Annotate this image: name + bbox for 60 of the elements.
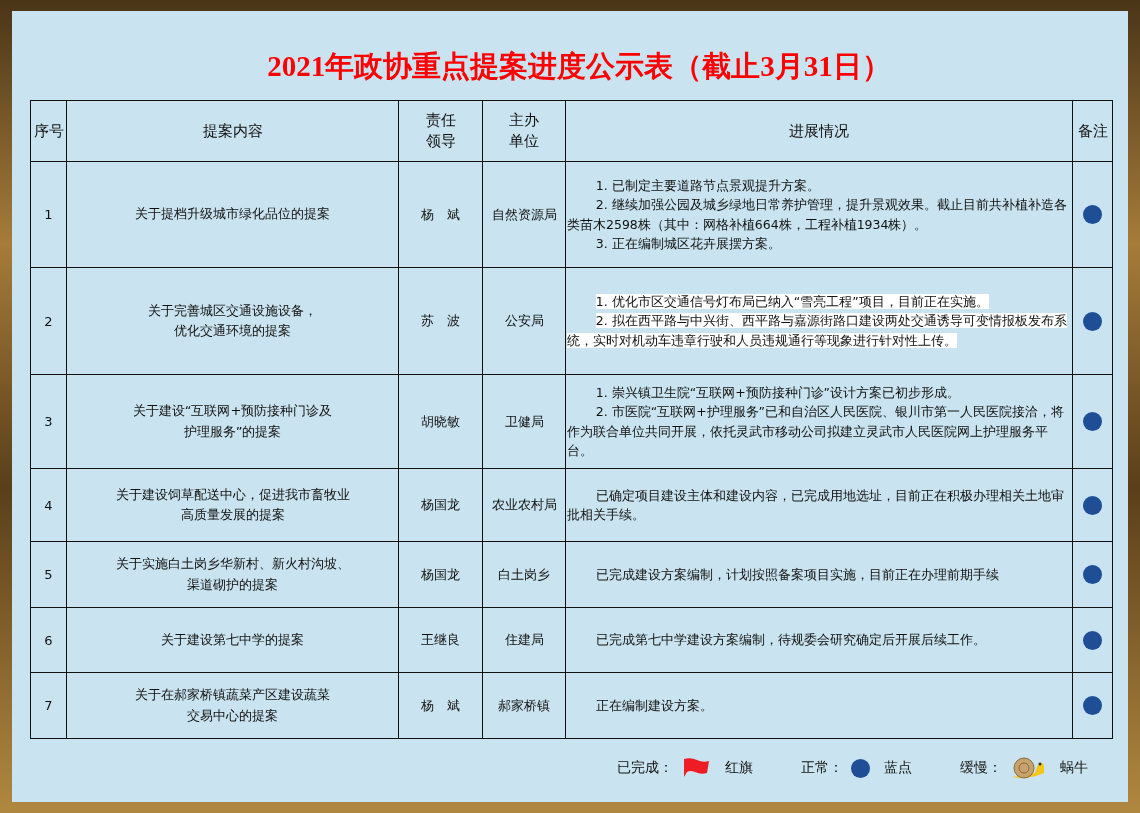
progress-text: 1. 已制定主要道路节点景观提升方案。 <box>594 176 821 195</box>
leader-cell: 苏 波 <box>398 267 483 375</box>
flag-icon <box>681 757 711 779</box>
row-number-cell: 5 <box>30 541 67 608</box>
board-title: 2021年政协重点提案进度公示表（截止3月31日） <box>266 49 892 84</box>
unit-cell: 郝家桥镇 <box>482 672 566 739</box>
proposal-text: 优化交通环境的提案 <box>173 322 292 340</box>
proposal-text: 交易中心的提案 <box>186 706 279 725</box>
progress-text: 2. 拟在西平路与中兴街、西平路与嘉源街路口建设两处交通诱导可变情报板发布系统，实时对机动车违章行驶和人员违规通行等现象进行针对性上传。 <box>567 312 1068 350</box>
legend-name: 蓝点 <box>884 759 912 777</box>
row-number-cell: 2 <box>30 267 67 375</box>
row-number-cell: 7 <box>30 672 67 739</box>
progress-text: 已完成建设方案编制，计划按照备案项目实施，目前正在办理前期手续 <box>594 565 1000 584</box>
row-number-cell: 6 <box>30 607 67 673</box>
progress-text: 3. 正在编制城区花卉展摆方案。 <box>594 234 782 253</box>
snail-icon <box>1010 755 1046 781</box>
legend-name: 红旗 <box>725 759 753 777</box>
column-header: 主办单位 <box>508 110 540 152</box>
leader-cell: 杨国龙 <box>398 468 483 542</box>
unit-cell: 农业农村局 <box>482 468 566 542</box>
leader-cell: 王继良 <box>398 607 483 673</box>
column-header: 备注 <box>1077 120 1108 142</box>
column-header: 进展情况 <box>789 120 849 142</box>
progress-text: 2. 市医院“互联网+护理服务”已和自治区人民医院、银川市第一人民医院接洽，将作为联合单位共同开展，依托灵武市移动公司拟建立灵武市人民医院网上护理服务平台。 <box>567 403 1066 460</box>
proposal-text: 关于在郝家桥镇蔬菜产区建设蔬菜 <box>134 686 331 705</box>
proposal-text: 关于建设饲草配送中心，促进我市畜牧业 <box>114 485 351 504</box>
proposal-text: 高质量发展的提案 <box>179 506 286 524</box>
progress-text: 已完成第七中学建设方案编制，待规委会研究确定后开展后续工作。 <box>594 631 987 650</box>
leader-cell: 杨 斌 <box>398 161 483 268</box>
column-header: 序号 <box>33 120 64 142</box>
unit-cell: 住建局 <box>482 607 566 673</box>
progress-text: 1. 优化市区交通信号灯布局已纳入“雪亮工程”项目，目前正在实施。 <box>594 292 990 311</box>
unit-cell: 自然资源局 <box>482 161 566 268</box>
proposal-text: 关于提档升级城市绿化品位的提案 <box>134 205 331 224</box>
leader-cell: 杨 斌 <box>398 672 483 739</box>
unit-cell: 卫健局 <box>482 374 566 469</box>
legend-label: 缓慢： <box>960 759 1002 777</box>
proposal-text: 关于实施白土岗乡华新村、新火村沟坡、 <box>114 555 351 574</box>
proposal-text: 渠道砌护的提案 <box>186 575 279 594</box>
proposal-text: 关于完善城区交通设施设备， <box>147 301 318 320</box>
column-header: 责任领导 <box>424 110 457 152</box>
unit-cell: 白土岗乡 <box>482 541 566 608</box>
column-header: 提案内容 <box>202 120 263 142</box>
unit-cell: 公安局 <box>482 267 566 375</box>
legend-label: 已完成： <box>617 759 673 777</box>
legend-name: 蜗牛 <box>1060 759 1088 777</box>
progress-text: 已确定项目建设主体和建设内容，已完成用地选址，目前正在积极办理相关土地审批相关手续。 <box>567 486 1065 524</box>
progress-text: 1. 崇兴镇卫生院“互联网+预防接种门诊”设计方案已初步形成。 <box>594 383 962 402</box>
proposal-text: 护理服务”的提案 <box>182 422 283 441</box>
row-number-cell: 4 <box>30 468 67 542</box>
row-number-cell: 1 <box>30 161 67 268</box>
leader-cell: 胡晓敏 <box>398 374 483 469</box>
legend-label: 正常： <box>801 759 843 777</box>
row-number-cell: 3 <box>30 374 67 469</box>
dot-icon <box>851 758 870 778</box>
proposal-text: 关于建设“互联网+预防接种门诊及 <box>131 402 334 421</box>
progress-text: 2. 继续加强公园及城乡绿地日常养护管理，提升景观效果。截止目前共补植补造各类苗木2598株（其中：网格补植664株，工程补植1934株）。 <box>567 196 1068 234</box>
leader-cell: 杨国龙 <box>398 541 483 608</box>
proposal-text: 关于建设第七中学的提案 <box>160 630 305 649</box>
progress-text: 正在编制建设方案。 <box>594 696 714 715</box>
